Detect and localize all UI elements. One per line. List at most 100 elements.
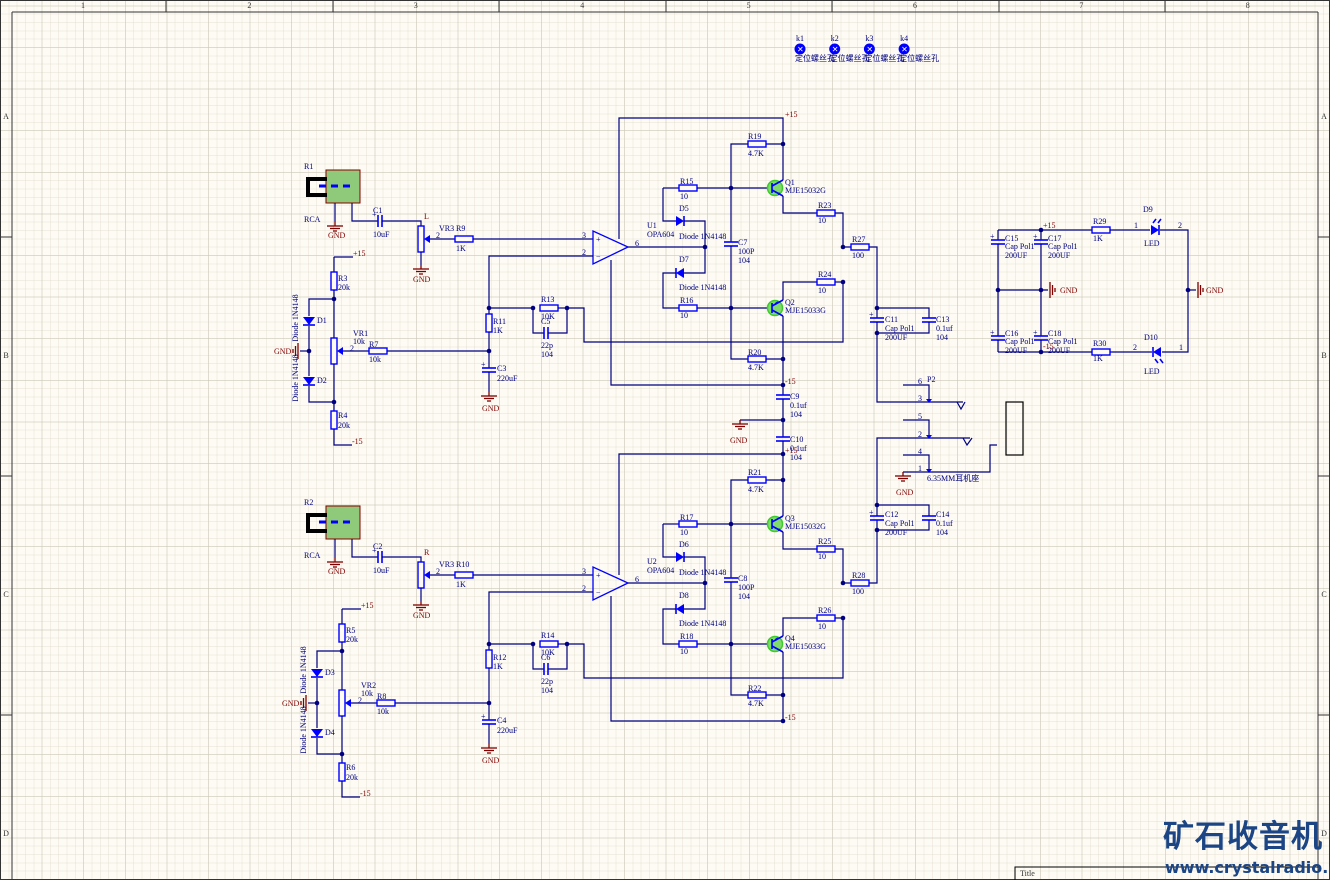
label-r19-ref: R19 xyxy=(748,132,761,141)
label-c11-type: Cap Pol1 xyxy=(885,519,915,528)
label-r16-val: 10 xyxy=(680,647,688,656)
resistor xyxy=(850,243,870,251)
label-r-in-val: 1K xyxy=(456,244,466,253)
wire xyxy=(662,608,679,645)
opamp-minus-icon: − xyxy=(596,252,601,261)
label-rb1-ref: R5 xyxy=(346,626,355,635)
label-c7-code: 104 xyxy=(738,592,750,601)
junction-dot xyxy=(1185,287,1191,293)
schematic-canvas: 1 2 3 4 5 6 7 8A AB BC CD DTitle矿石收音机www.crystalrad… xyxy=(0,0,1330,880)
label-jack-type: RCA xyxy=(304,551,321,560)
polarity-plus-icon: + xyxy=(1033,232,1038,241)
label-gnd-bias: GND xyxy=(274,347,292,356)
label-q2-type: MJE15033G xyxy=(785,306,826,315)
label-c-in-val: 10uF xyxy=(373,230,390,239)
label: 104 xyxy=(790,410,802,419)
label-cg-val: 220uF xyxy=(497,726,518,735)
resistor xyxy=(850,579,870,587)
label-gnd-right: GND xyxy=(1206,286,1224,295)
polarity-plus-icon: + xyxy=(481,712,486,721)
label-c13-ref: C13 xyxy=(936,315,949,324)
label-jack-ref: R1 xyxy=(304,162,313,171)
label-rb2-ref: R6 xyxy=(346,763,355,772)
junction-dot xyxy=(530,305,536,311)
diode-icon xyxy=(676,604,684,614)
resistor xyxy=(330,271,338,291)
label-d5-ref: D6 xyxy=(679,540,689,549)
resistor xyxy=(454,235,474,243)
row-label: C xyxy=(3,590,8,599)
wire xyxy=(662,272,679,309)
label-r15-val: 10 xyxy=(680,528,688,537)
label-d5-type: Diode 1N4148 xyxy=(679,232,726,241)
row-label: B xyxy=(3,351,8,360)
label-rb-ref: R7 xyxy=(369,340,378,349)
label-rf-ref: R14 xyxy=(541,631,554,640)
label: 0.1uf xyxy=(790,401,807,410)
label-jack-ref: R2 xyxy=(304,498,313,507)
label: 104 xyxy=(790,453,802,462)
label-rb2-val: 20k xyxy=(338,421,350,430)
label-cg-ref: C4 xyxy=(497,716,506,725)
mounting-hole-label: 定位螺丝孔 xyxy=(899,53,939,63)
label-r-in-ref: R10 xyxy=(456,560,469,569)
mounting-hole-icon: ✕ xyxy=(832,45,839,54)
label-rb-ref: R8 xyxy=(377,692,386,701)
polarity-plus-icon: + xyxy=(481,360,486,369)
column-label: 7 xyxy=(1079,1,1083,10)
sheet-border xyxy=(0,0,1330,880)
label-r19-val: 4.7K xyxy=(748,485,764,494)
label-pin-plus: 3 xyxy=(582,231,586,240)
label-rfb-val: 1K xyxy=(493,662,503,671)
resistor xyxy=(747,140,767,148)
label-vr-val: 10k xyxy=(353,337,365,346)
column-label: 1 xyxy=(81,1,85,10)
label-vol-ref: VR3 xyxy=(439,560,454,569)
wire xyxy=(316,738,342,755)
potentiometer xyxy=(330,337,338,365)
label-r24-val: 10 xyxy=(818,622,826,631)
label-r20-ref: R20 xyxy=(748,348,761,357)
wire xyxy=(835,548,851,584)
label-d2-type: Diode 1N4148 xyxy=(291,354,300,401)
label-c11-type: Cap Pol1 xyxy=(885,324,915,333)
diode-icon xyxy=(676,552,684,562)
label-d10-ref: D10 xyxy=(1144,333,1158,342)
label-c17-type: Cap Pol1 xyxy=(1048,242,1078,251)
diode-icon xyxy=(1153,347,1161,357)
label-rb1-val: 20k xyxy=(338,283,350,292)
label-c15-val: 200UF xyxy=(1005,251,1028,260)
mounting-hole-ref: k1 xyxy=(796,34,804,43)
label-c7-code: 104 xyxy=(738,256,750,265)
label-r-in-val: 1K xyxy=(456,580,466,589)
label-r27-val: 100 xyxy=(852,251,864,260)
wire xyxy=(662,188,676,222)
transistor-icon xyxy=(766,299,784,317)
logo-text: 矿石收音机 xyxy=(1163,819,1323,855)
label-d10-pin2: 2 xyxy=(1133,343,1137,352)
label-r16-ref: R16 xyxy=(680,296,693,305)
junction-dot xyxy=(780,451,786,457)
label-pin-plus: 3 xyxy=(582,567,586,576)
label-d1-ref: D3 xyxy=(325,668,335,677)
label-d1-ref: D1 xyxy=(317,316,327,325)
column-label: 3 xyxy=(414,1,418,10)
label-cg-gnd: GND xyxy=(482,404,500,413)
potentiometer-wiper-icon xyxy=(424,235,430,243)
label-r15-ref: R17 xyxy=(680,513,693,522)
label-r20-ref: R22 xyxy=(748,684,761,693)
label-d1-type: Diode 1N4148 xyxy=(299,646,308,693)
junction-dot xyxy=(530,641,536,647)
label-vr-val: 10k xyxy=(361,689,373,698)
diode-icon xyxy=(311,729,323,737)
resistor xyxy=(678,184,698,192)
wire xyxy=(956,401,966,411)
column-label: 6 xyxy=(913,1,917,10)
transistor-icon xyxy=(766,515,784,533)
wire xyxy=(382,556,422,562)
label-neg-rail: -15 xyxy=(360,789,371,798)
label-rf-ref: R13 xyxy=(541,295,554,304)
label-r29-ref: R29 xyxy=(1093,217,1106,226)
polarity-plus-icon: + xyxy=(1033,328,1038,337)
label-r23-val: 10 xyxy=(818,216,826,225)
